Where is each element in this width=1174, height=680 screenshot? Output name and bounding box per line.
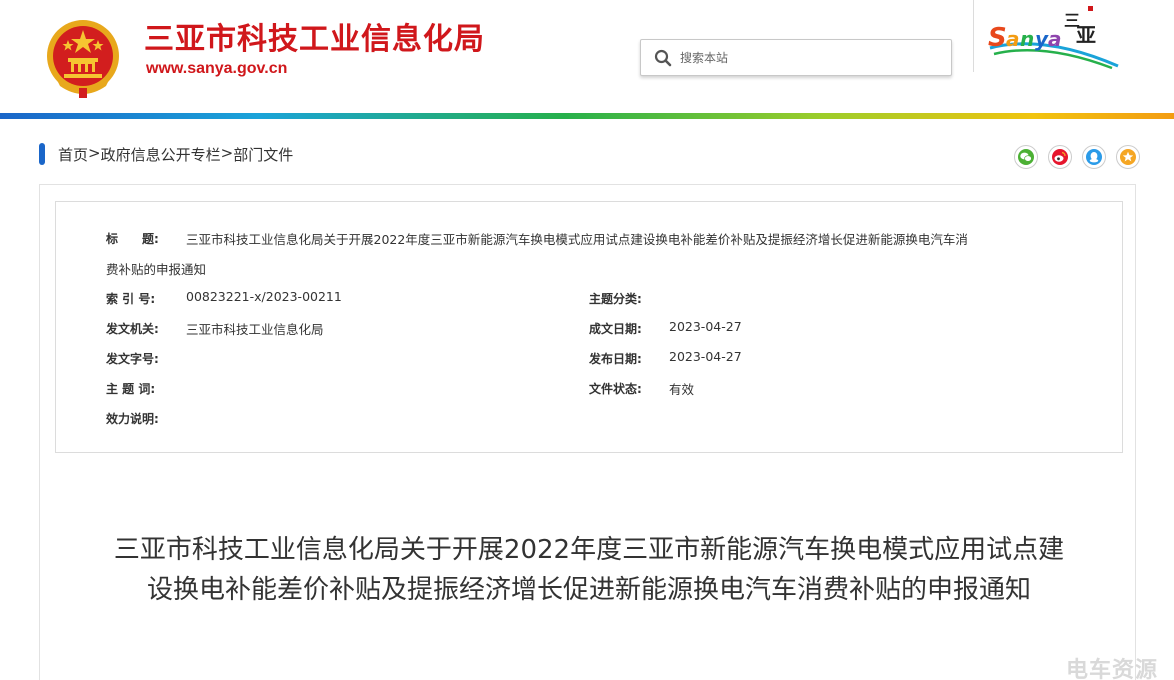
breadcrumb-marker bbox=[39, 143, 45, 165]
svg-text:S: S bbox=[988, 23, 1007, 53]
sanya-city-logo: S a n y a 三 亚 bbox=[988, 6, 1119, 70]
breadcrumb-item-dept-docs[interactable]: 部门文件 bbox=[233, 144, 293, 165]
breadcrumb: 首页 > 政府信息公开专栏 > 部门文件 bbox=[58, 144, 293, 165]
site-title[interactable]: 三亚市科技工业信息化局 bbox=[144, 14, 485, 58]
wechat-icon[interactable] bbox=[1014, 145, 1038, 169]
svg-text:a: a bbox=[1048, 27, 1062, 51]
svg-text:n: n bbox=[1020, 27, 1034, 51]
svg-text:y: y bbox=[1035, 27, 1049, 51]
meta-published-value: 2023-04-27 bbox=[669, 349, 742, 364]
meta-issuer-label: 发文机关: bbox=[106, 322, 159, 336]
meta-created-label: 成文日期: bbox=[589, 322, 642, 336]
meta-status-label: 文件状态: bbox=[589, 382, 642, 396]
search-icon[interactable] bbox=[652, 47, 674, 69]
qq-icon[interactable] bbox=[1082, 145, 1106, 169]
breadcrumb-separator: > bbox=[220, 144, 234, 162]
meta-validity-label: 效力说明: bbox=[106, 412, 159, 426]
breadcrumb-separator: > bbox=[88, 144, 101, 162]
svg-text:a: a bbox=[1006, 27, 1020, 51]
meta-issuer-value: 三亚市科技工业信息化局 bbox=[186, 322, 324, 337]
meta-index-value: 00823221-x/2023-00211 bbox=[186, 289, 342, 304]
meta-docno-label: 发文字号: bbox=[106, 352, 159, 366]
header-color-bar bbox=[0, 113, 1174, 119]
share-icons bbox=[1014, 145, 1140, 169]
meta-created-value: 2023-04-27 bbox=[669, 319, 742, 334]
document-title: 三亚市科技工业信息化局关于开展2022年度三亚市新能源汽车换电模式应用试点建设换… bbox=[113, 535, 1065, 605]
watermark-text: 电车资源 bbox=[1066, 658, 1159, 680]
breadcrumb-item-home[interactable]: 首页 bbox=[58, 144, 88, 165]
meta-title-label: 标 题: bbox=[106, 232, 159, 246]
meta-category-label: 主题分类: bbox=[589, 292, 642, 306]
breadcrumb-item-gov-info[interactable]: 政府信息公开专栏 bbox=[101, 144, 221, 165]
site-header: 三亚市科技工业信息化局 www.sanya.gov.cn S a n y a 三… bbox=[0, 0, 1174, 113]
search-box[interactable] bbox=[640, 39, 952, 76]
meta-title-value-line1: 三亚市科技工业信息化局关于开展2022年度三亚市新能源汽车换电模式应用试点建设换… bbox=[186, 232, 968, 247]
site-url[interactable]: www.sanya.gov.cn bbox=[146, 60, 287, 78]
meta-keywords-label: 主 题 词: bbox=[106, 382, 156, 396]
meta-title-value-line2: 费补贴的申报通知 bbox=[106, 262, 207, 277]
svg-text:亚: 亚 bbox=[1076, 23, 1096, 47]
favorite-icon[interactable] bbox=[1116, 145, 1140, 169]
meta-index-label: 索 引 号: bbox=[106, 292, 156, 306]
weibo-icon[interactable] bbox=[1048, 145, 1072, 169]
search-input[interactable] bbox=[680, 50, 930, 65]
national-emblem-icon bbox=[47, 20, 119, 98]
meta-published-label: 发布日期: bbox=[589, 352, 642, 366]
header-divider bbox=[973, 0, 974, 72]
meta-status-value: 有效 bbox=[669, 382, 695, 397]
